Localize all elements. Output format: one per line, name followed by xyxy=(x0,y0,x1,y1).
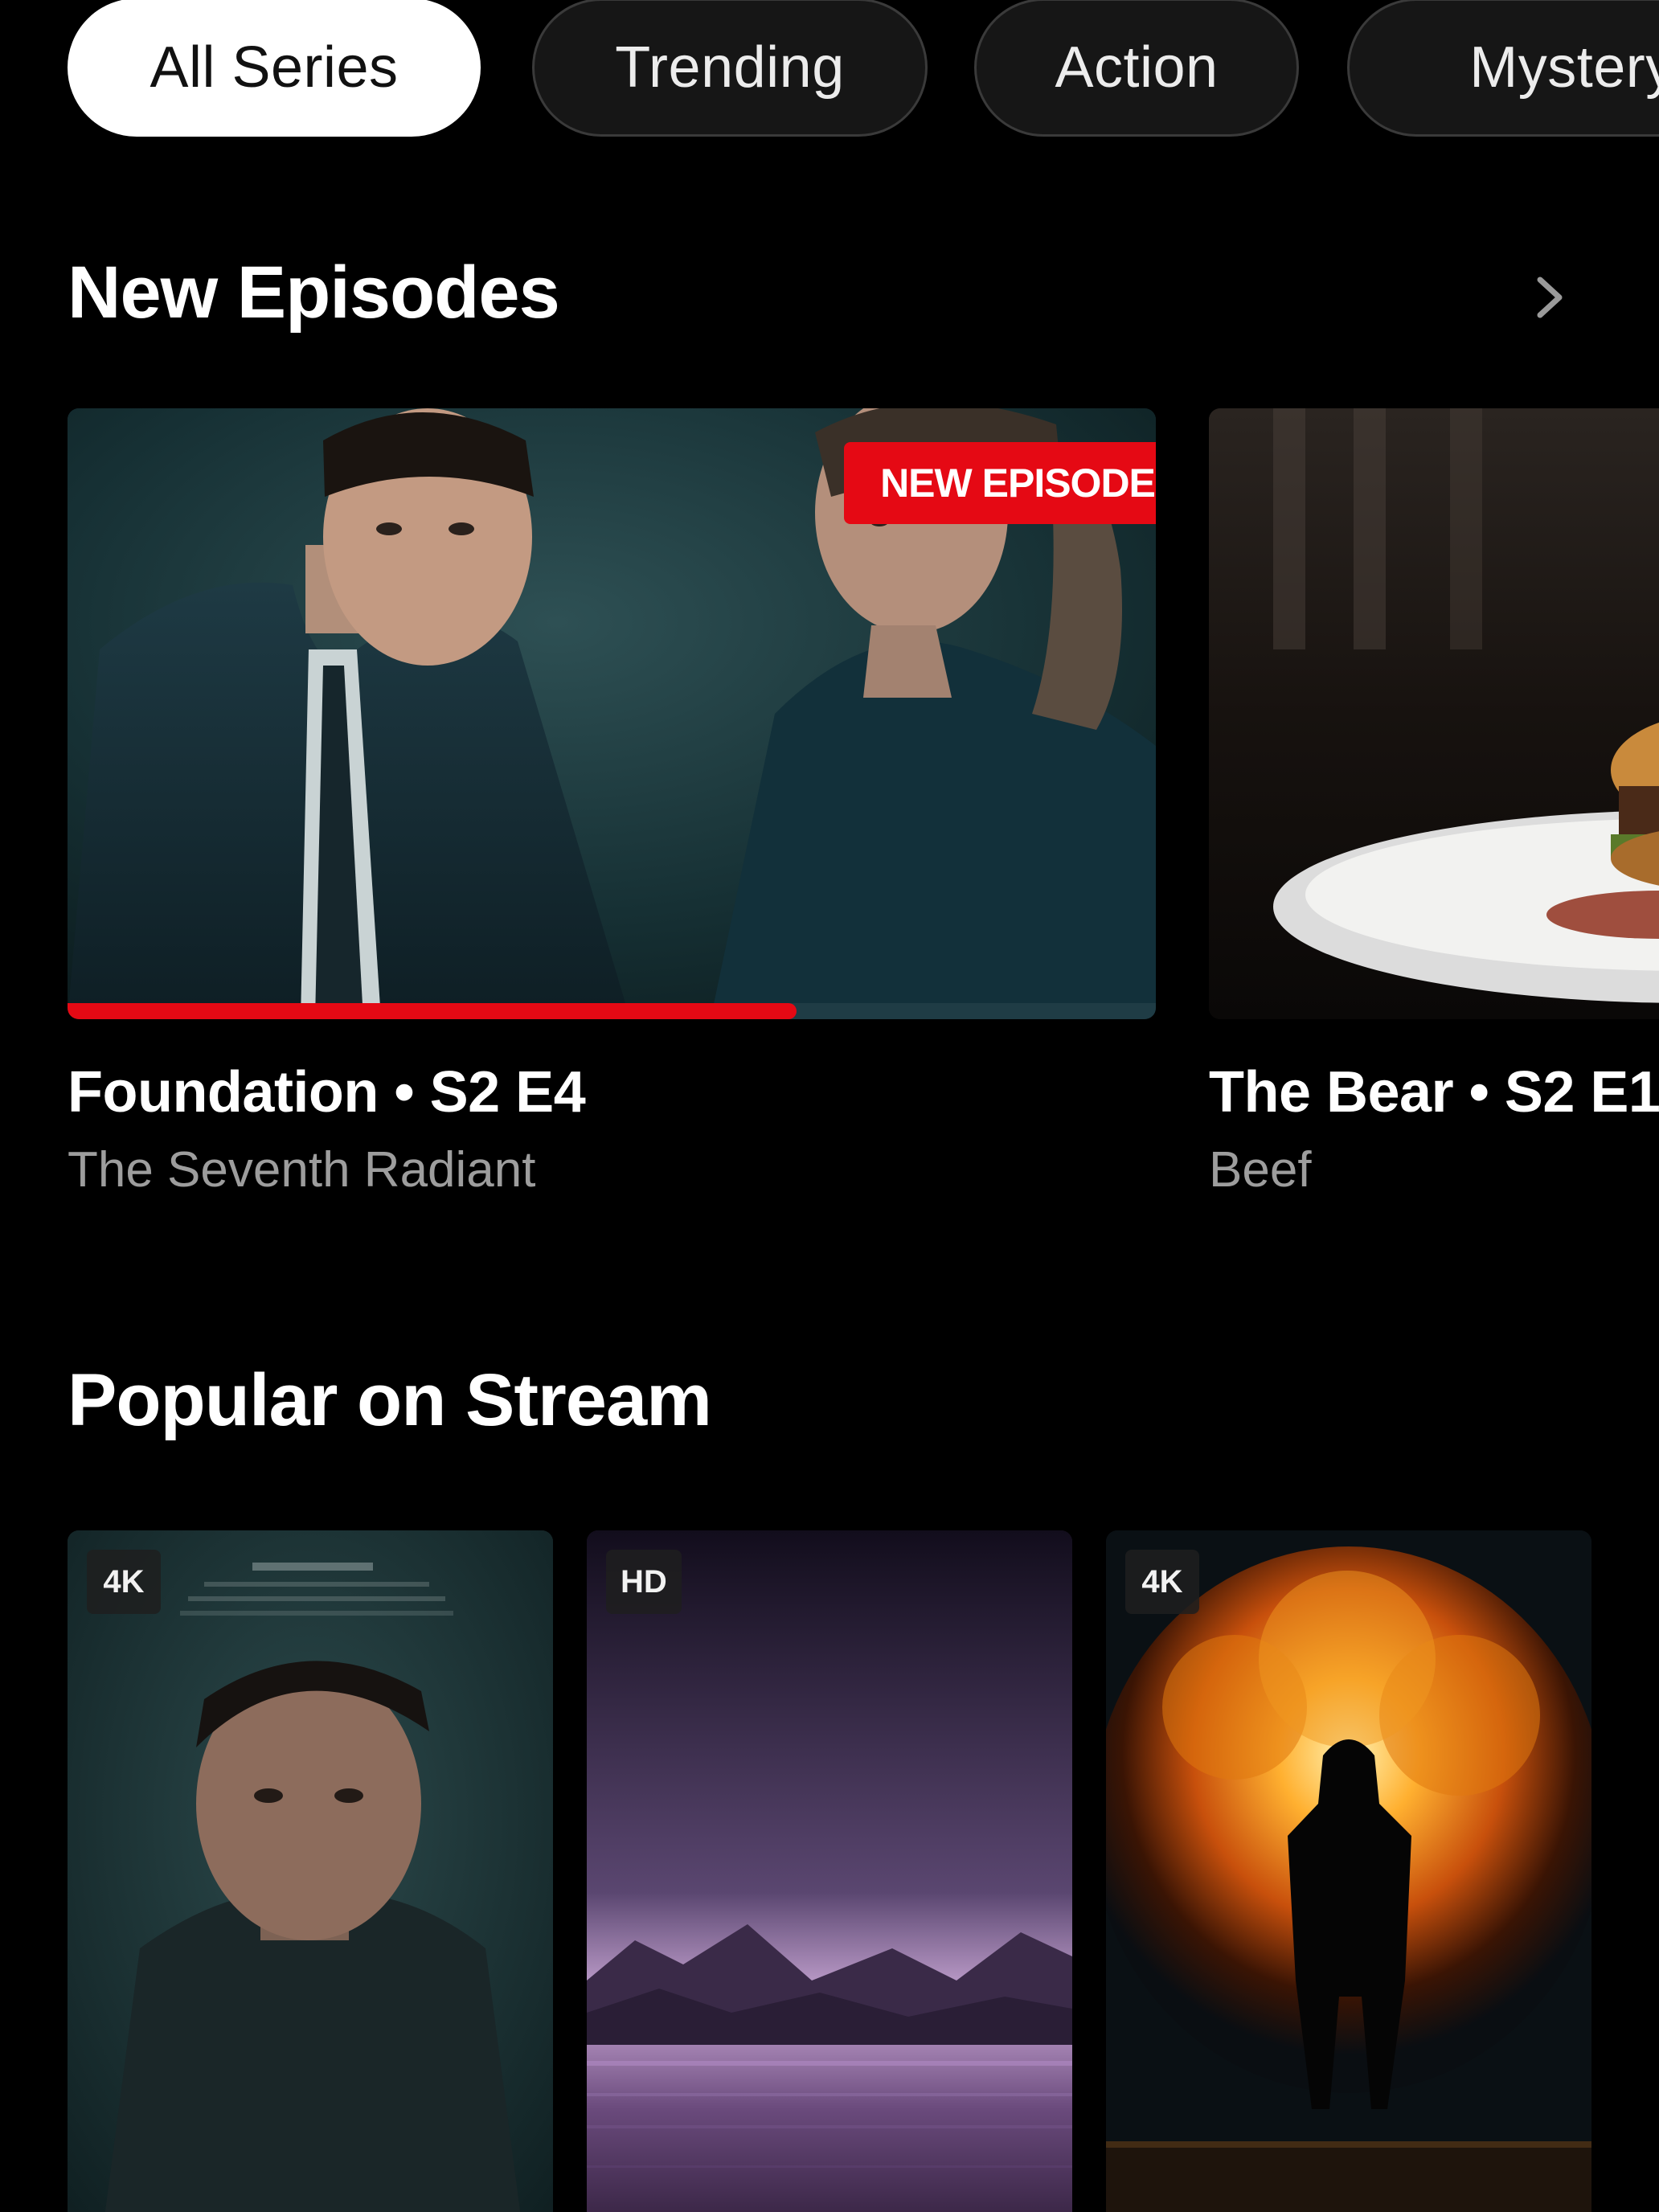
episode-thumbnail xyxy=(1209,408,1659,1019)
quality-badge: 4K xyxy=(87,1550,161,1614)
chip-action[interactable]: Action xyxy=(974,0,1299,137)
quality-badge: HD xyxy=(606,1550,682,1614)
series-browse-screen: All Series Trending Action Mystery New E… xyxy=(0,0,1659,2212)
new-episodes-title: New Episodes xyxy=(68,252,560,334)
chip-all-series[interactable]: All Series xyxy=(68,0,481,137)
new-episode-badge: NEW EPISODE xyxy=(844,442,1156,524)
poster-image xyxy=(1106,1530,1591,2212)
episode-card-the-bear[interactable] xyxy=(1209,408,1659,1019)
watch-progress-track xyxy=(68,1003,1156,1019)
poster-image xyxy=(68,1530,553,2212)
poster-card[interactable]: 4K xyxy=(1106,1530,1591,2212)
chip-trending[interactable]: Trending xyxy=(532,0,928,137)
episode-title[interactable]: The Bear • S2 E1 xyxy=(1209,1059,1659,1125)
poster-image xyxy=(587,1530,1072,2212)
watch-progress-fill xyxy=(68,1003,797,1019)
chevron-right-icon[interactable] xyxy=(1534,273,1567,322)
poster-card[interactable]: 4K xyxy=(68,1530,553,2212)
poster-card[interactable]: HD xyxy=(587,1530,1072,2212)
episode-subtitle: Beef xyxy=(1209,1142,1312,1198)
quality-badge: 4K xyxy=(1125,1550,1199,1614)
episode-subtitle: The Seventh Radiant xyxy=(68,1142,536,1198)
chip-mystery[interactable]: Mystery xyxy=(1347,0,1659,137)
episode-card-foundation[interactable]: NEW EPISODE xyxy=(68,408,1156,1019)
episode-title[interactable]: Foundation • S2 E4 xyxy=(68,1059,586,1125)
category-chips: All Series Trending Action Mystery xyxy=(68,0,1659,138)
popular-section-title: Popular on Stream xyxy=(68,1359,712,1441)
